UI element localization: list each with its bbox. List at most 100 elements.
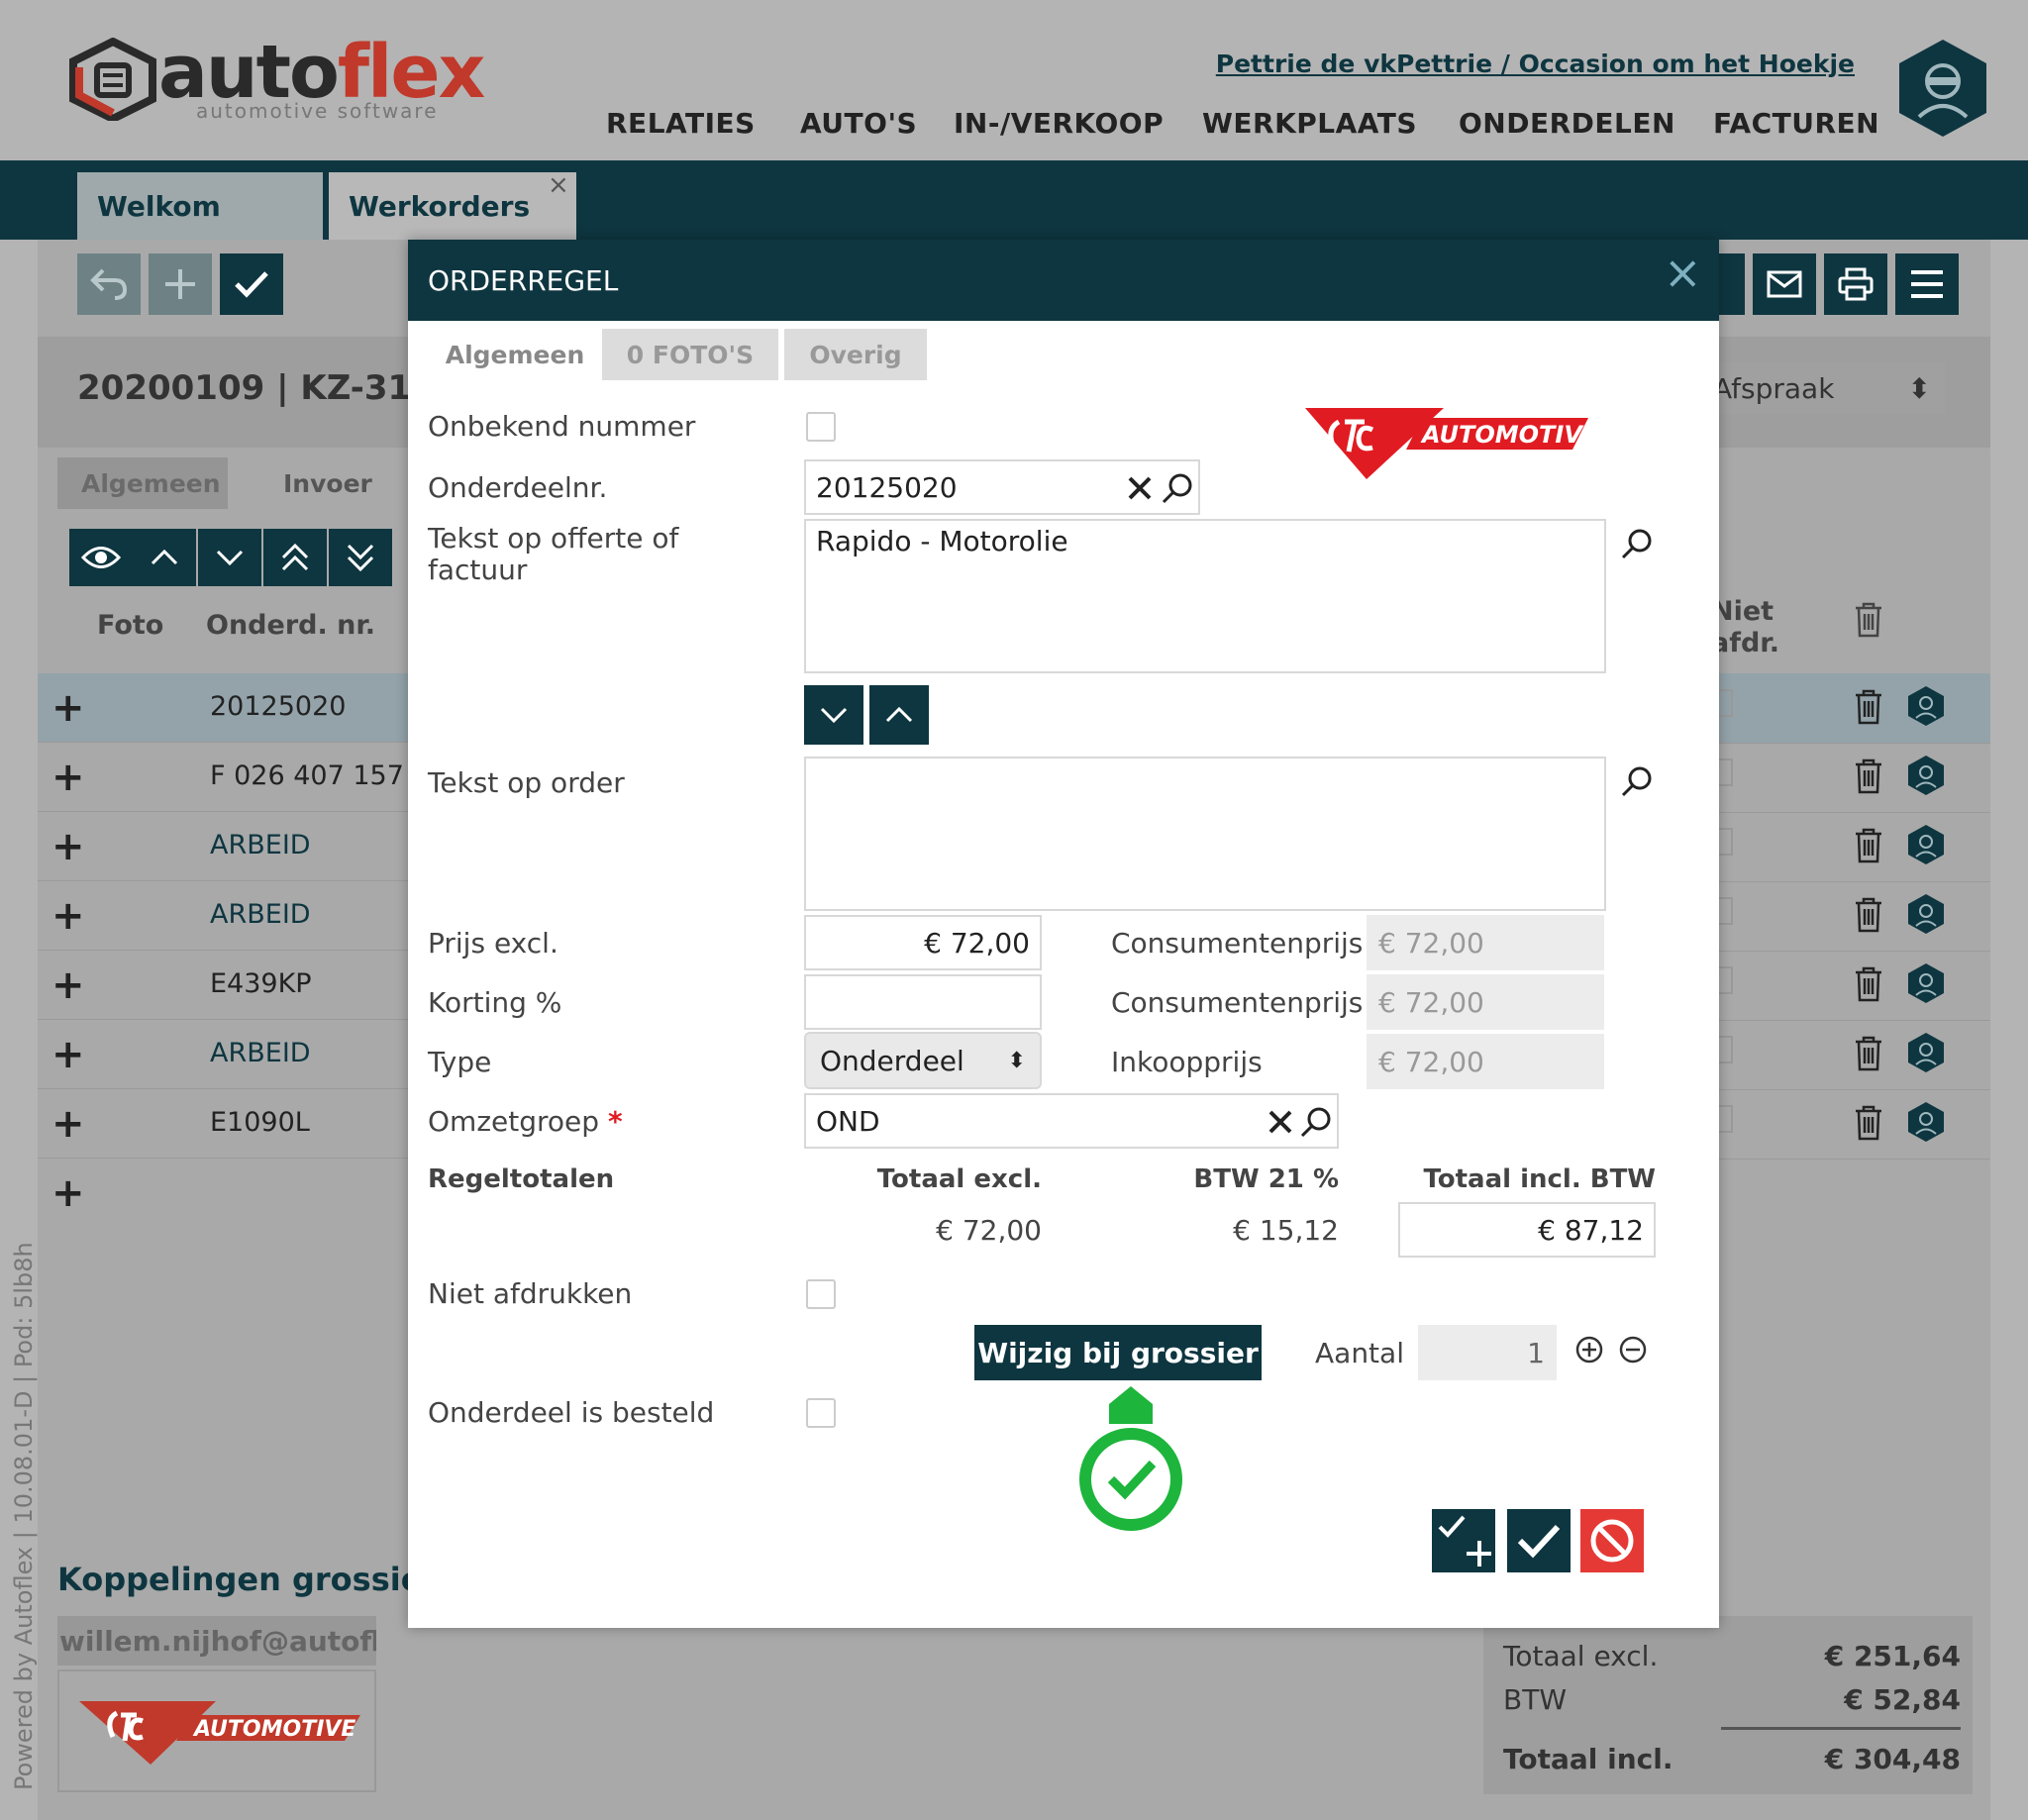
omzetgroep-label: Omzetgroep * bbox=[428, 1105, 623, 1138]
user-avatar-icon[interactable] bbox=[1897, 38, 1988, 139]
nav-facturen[interactable]: FACTUREN bbox=[1713, 107, 1879, 140]
prohibited-icon bbox=[1590, 1519, 1634, 1563]
expand-row-icon[interactable]: + bbox=[51, 824, 85, 869]
trash-icon[interactable] bbox=[1854, 1105, 1883, 1141]
trash-icon[interactable] bbox=[1854, 897, 1883, 933]
prijs-excl-input[interactable]: € 72,00 bbox=[804, 915, 1042, 970]
mechanic-icon[interactable] bbox=[1907, 685, 1945, 727]
expand-row-icon[interactable]: + bbox=[51, 1032, 85, 1077]
onderdeelnr-label: Onderdeelnr. bbox=[428, 471, 608, 504]
btw-value: € 15,12 bbox=[1233, 1214, 1339, 1247]
onbekend-nummer-checkbox[interactable] bbox=[806, 412, 836, 442]
row-niet-afdrukken-checkbox[interactable] bbox=[1719, 828, 1733, 856]
copy-down-button[interactable] bbox=[804, 685, 863, 745]
consumentenprijs-label: Consumentenprijs bbox=[1111, 986, 1364, 1019]
cancel-button[interactable] bbox=[1580, 1509, 1644, 1572]
add-row-icon[interactable]: + bbox=[51, 1170, 85, 1216]
subtab-invoer[interactable]: Invoer bbox=[259, 457, 396, 509]
nav-werkplaats[interactable]: WERKPLAATS bbox=[1202, 107, 1417, 140]
move-up-button[interactable] bbox=[133, 529, 196, 586]
dialog-tab-fotos[interactable]: 0 FOTO'S bbox=[602, 329, 778, 380]
chevron-up-icon bbox=[885, 706, 913, 723]
tab-close-icon[interactable]: × bbox=[548, 170, 569, 200]
move-top-button[interactable] bbox=[263, 529, 327, 586]
nav-relaties[interactable]: RELATIES bbox=[606, 107, 756, 140]
mechanic-icon[interactable] bbox=[1907, 962, 1945, 1004]
mechanic-icon[interactable] bbox=[1907, 755, 1945, 796]
search-icon[interactable] bbox=[1299, 1105, 1333, 1139]
aantal-field[interactable]: 1 bbox=[1418, 1325, 1557, 1380]
save-button[interactable] bbox=[220, 253, 283, 315]
row-part-number: F 026 407 157 bbox=[210, 760, 404, 791]
type-select[interactable]: Onderdeel ⬍ bbox=[804, 1032, 1042, 1089]
user-company-link[interactable]: Pettrie de vkPettrie / Occasion om het H… bbox=[1216, 50, 1855, 78]
btw-header: BTW 21 % bbox=[1193, 1164, 1339, 1194]
clear-icon[interactable] bbox=[1268, 1109, 1293, 1135]
mechanic-icon[interactable] bbox=[1907, 893, 1945, 935]
select-arrows-icon: ⬍ bbox=[1907, 371, 1931, 405]
trash-icon[interactable] bbox=[1854, 828, 1883, 863]
search-icon[interactable] bbox=[1620, 527, 1654, 560]
mechanic-icon[interactable] bbox=[1907, 824, 1945, 865]
expand-row-icon[interactable]: + bbox=[51, 893, 85, 939]
expand-row-icon[interactable]: + bbox=[51, 685, 85, 731]
row-divider bbox=[1719, 881, 1990, 882]
row-niet-afdrukken-checkbox[interactable] bbox=[1719, 897, 1733, 925]
trash-icon[interactable] bbox=[1854, 1036, 1883, 1071]
view-button[interactable] bbox=[69, 529, 133, 586]
tekst-offerte-textarea[interactable]: Rapido - Motorolie bbox=[804, 519, 1606, 673]
nav-autos[interactable]: AUTO'S bbox=[800, 107, 917, 140]
subtab-algemeen[interactable]: Algemeen bbox=[57, 457, 228, 509]
tab-werkorders[interactable]: Werkorders bbox=[329, 172, 576, 240]
dialog-tab-overig[interactable]: Overig bbox=[784, 329, 927, 380]
clear-icon[interactable] bbox=[1127, 475, 1153, 501]
row-part-number[interactable]: ARBEID bbox=[210, 899, 311, 930]
korting-input[interactable] bbox=[804, 974, 1042, 1030]
totaal-incl-input[interactable]: € 87,12 bbox=[1398, 1202, 1656, 1258]
nav-in-verkoop[interactable]: IN-/VERKOOP bbox=[954, 107, 1164, 140]
row-niet-afdrukken-checkbox[interactable] bbox=[1719, 1036, 1733, 1063]
status-select[interactable]: Afspraak ⬍ bbox=[1703, 362, 1945, 414]
copy-up-button[interactable] bbox=[869, 685, 929, 745]
expand-row-icon[interactable]: + bbox=[51, 1101, 85, 1147]
nav-onderdelen[interactable]: ONDERDELEN bbox=[1459, 107, 1675, 140]
trash-icon[interactable] bbox=[1854, 966, 1883, 1002]
row-part-number[interactable]: ARBEID bbox=[210, 830, 311, 860]
search-icon[interactable] bbox=[1161, 471, 1194, 505]
omzetgroep-input[interactable]: OND bbox=[804, 1093, 1339, 1149]
supplier-link-box[interactable]: AUTOMOTIVE bbox=[57, 1669, 376, 1792]
row-niet-afdrukken-checkbox[interactable] bbox=[1719, 1105, 1733, 1133]
move-bottom-button[interactable] bbox=[329, 529, 392, 586]
expand-row-icon[interactable]: + bbox=[51, 962, 85, 1008]
expand-row-icon[interactable]: + bbox=[51, 755, 85, 800]
minus-circle-icon[interactable] bbox=[1618, 1335, 1648, 1365]
add-button[interactable] bbox=[149, 253, 212, 315]
dialog-tab-algemeen[interactable]: Algemeen bbox=[428, 329, 602, 380]
tc-automotive-logo: AUTOMOTIVE bbox=[79, 1701, 360, 1765]
mechanic-icon[interactable] bbox=[1907, 1101, 1945, 1143]
row-niet-afdrukken-checkbox[interactable] bbox=[1719, 689, 1733, 717]
hamburger-icon bbox=[1911, 270, 1943, 298]
tab-welkom[interactable]: Welkom bbox=[77, 172, 323, 240]
niet-afdrukken-checkbox[interactable] bbox=[806, 1279, 836, 1309]
trash-icon[interactable] bbox=[1854, 758, 1883, 794]
mechanic-icon[interactable] bbox=[1907, 1032, 1945, 1073]
save-and-new-button[interactable] bbox=[1432, 1509, 1495, 1572]
close-icon[interactable]: × bbox=[1664, 246, 1702, 299]
wijzig-bij-grossier-button[interactable]: Wijzig bij grossier bbox=[974, 1325, 1262, 1380]
tekst-order-textarea[interactable] bbox=[804, 757, 1606, 911]
move-down-button[interactable] bbox=[198, 529, 261, 586]
print-button[interactable] bbox=[1824, 253, 1887, 315]
trash-icon[interactable] bbox=[1854, 689, 1883, 725]
save-button[interactable] bbox=[1507, 1509, 1571, 1572]
niet-afdrukken-label: Niet afdrukken bbox=[428, 1277, 633, 1310]
search-icon[interactable] bbox=[1620, 764, 1654, 798]
mail-button[interactable] bbox=[1753, 253, 1816, 315]
plus-circle-icon[interactable] bbox=[1574, 1335, 1604, 1365]
row-part-number[interactable]: ARBEID bbox=[210, 1038, 311, 1068]
menu-button[interactable] bbox=[1895, 253, 1959, 315]
row-niet-afdrukken-checkbox[interactable] bbox=[1719, 758, 1733, 786]
back-button[interactable] bbox=[77, 253, 141, 315]
onderdeel-besteld-checkbox[interactable] bbox=[806, 1398, 836, 1428]
row-niet-afdrukken-checkbox[interactable] bbox=[1719, 966, 1733, 994]
